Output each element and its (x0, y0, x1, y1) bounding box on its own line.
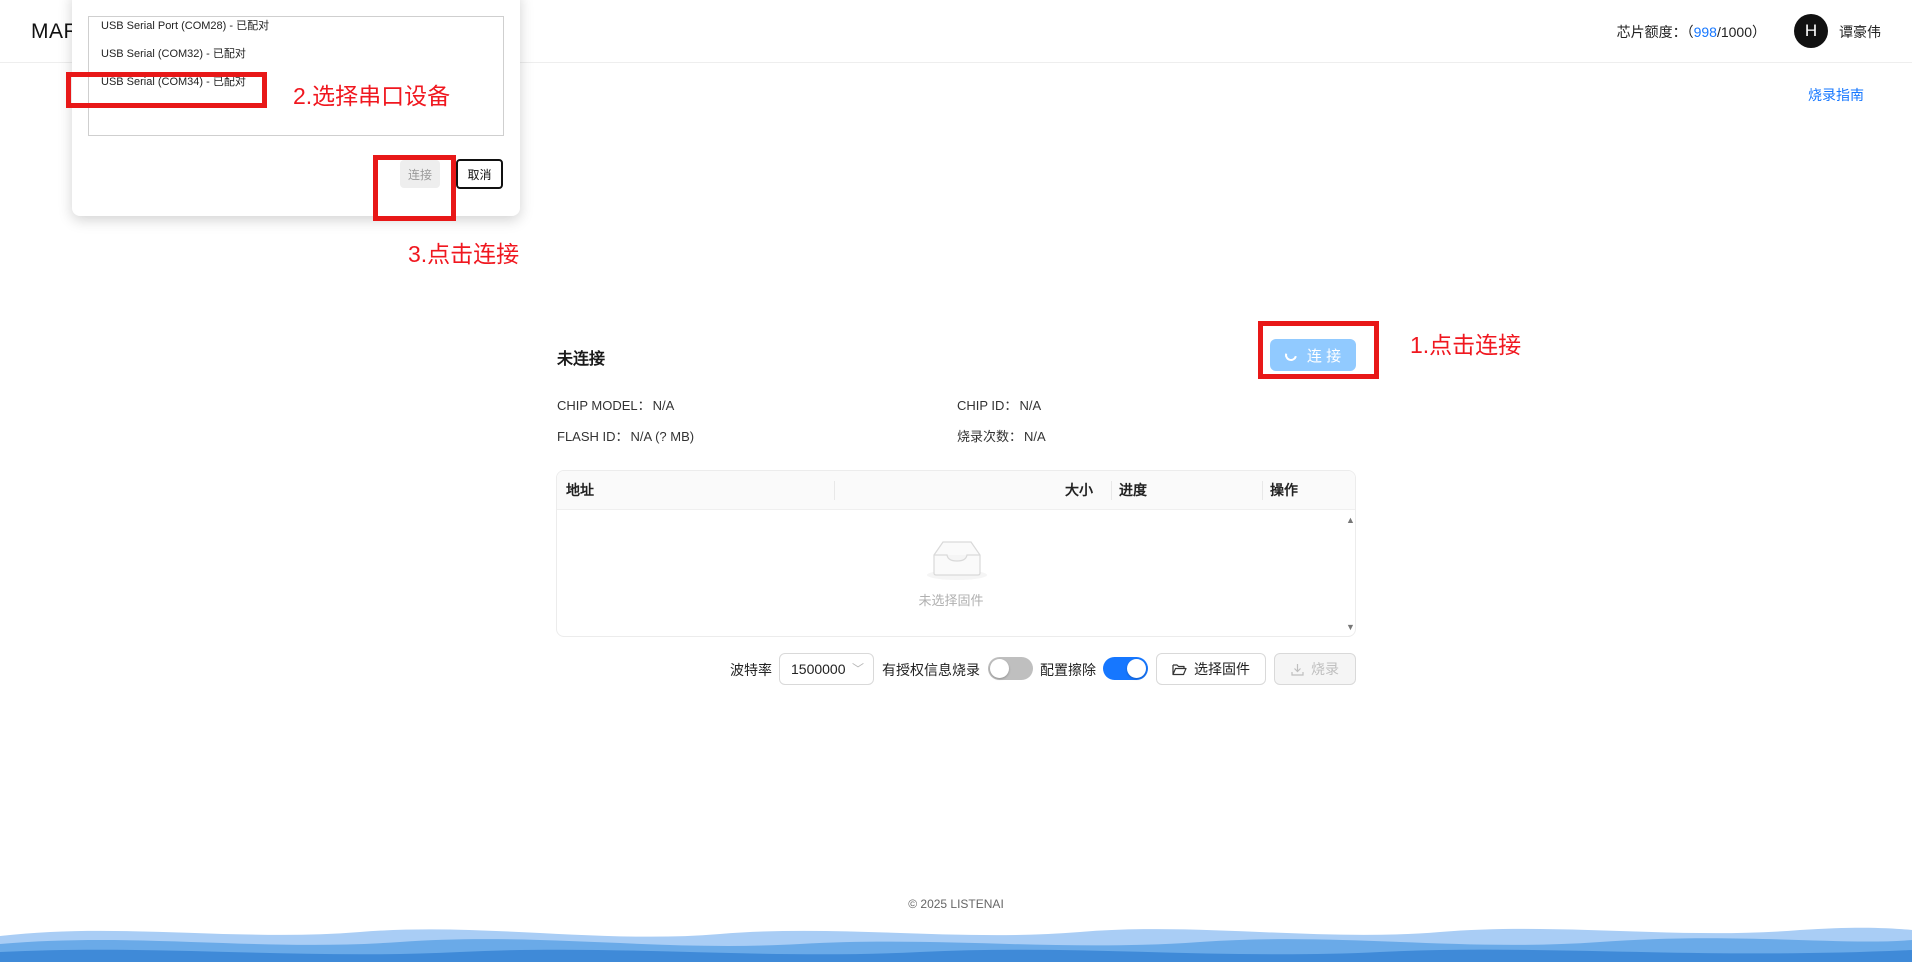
baud-rate-label: 波特率 (730, 662, 772, 678)
quota-label: 芯片额度：（ (1616, 24, 1694, 40)
folder-open-icon (1172, 663, 1187, 675)
serial-port-option[interactable]: USB Serial Port (COM28) - 已配对 (101, 17, 269, 33)
scroll-up-arrow-icon[interactable]: ▲ (1346, 515, 1355, 525)
chip-id-value: N/A (1019, 398, 1042, 413)
avatar[interactable]: H (1794, 14, 1828, 48)
select-firmware-label: 选择固件 (1194, 661, 1250, 677)
flash-id-label: FLASH ID： (557, 429, 629, 444)
auth-burn-toggle[interactable] (988, 657, 1033, 680)
empty-state-text: 未选择固件 (918, 593, 984, 608)
chevron-down-icon: ﹀ (851, 662, 864, 676)
chip-id-label: CHIP ID： (957, 398, 1018, 413)
chip-id-info: CHIP ID： N/A (957, 395, 1041, 414)
annotation-box-step1 (1258, 321, 1379, 379)
quota-total: /1000） (1716, 24, 1766, 40)
serial-port-option[interactable]: USB Serial (COM32) - 已配对 (101, 45, 246, 61)
username[interactable]: 谭豪伟 (1839, 22, 1881, 42)
flash-id-value: N/A (? MB) (630, 429, 695, 444)
download-icon (1291, 663, 1304, 676)
dialog-cancel-button[interactable]: 取消 (456, 159, 503, 189)
column-action: 操作 (1270, 482, 1298, 498)
burn-button-label: 烧录 (1311, 661, 1339, 677)
footer-copyright: © 2025 LISTENAI (908, 897, 1004, 911)
burn-count-info: 烧录次数： N/A (957, 426, 1046, 445)
annotation-step3: 3.点击连接 (408, 241, 520, 267)
select-firmware-button[interactable]: 选择固件 (1156, 653, 1266, 685)
burn-button[interactable]: 烧录 (1274, 653, 1356, 685)
annotation-step1: 1.点击连接 (1410, 332, 1522, 358)
burn-count-label: 烧录次数： (957, 429, 1023, 444)
footer-wave-decoration (0, 927, 1912, 962)
firmware-table: 地址 大小 进度 操作 未选择固件 ▲ ▼ (556, 470, 1356, 637)
column-divider (1111, 481, 1112, 500)
burn-guide-link[interactable]: 烧录指南 (1808, 85, 1864, 105)
chip-quota: 芯片额度：（998/1000） (1617, 22, 1766, 42)
column-address: 地址 (566, 482, 594, 498)
flash-id-info: FLASH ID： N/A (? MB) (557, 426, 694, 445)
chip-model-info: CHIP MODEL： N/A (557, 395, 674, 414)
chip-model-value: N/A (652, 398, 675, 413)
annotation-step2: 2.选择串口设备 (293, 83, 451, 109)
table-header: 地址 大小 进度 操作 (557, 471, 1355, 510)
connection-status: 未连接 (557, 351, 606, 368)
chip-model-label: CHIP MODEL： (557, 398, 651, 413)
burn-count-value: N/A (1024, 429, 1046, 444)
erase-config-toggle[interactable] (1103, 657, 1148, 680)
column-divider (1262, 481, 1263, 500)
auth-burn-label: 有授权信息烧录 (882, 662, 980, 678)
annotation-box-step3 (373, 155, 456, 221)
baud-rate-value: 1500000 (791, 661, 846, 677)
toggle-knob (990, 659, 1009, 678)
annotation-box-step2 (66, 72, 267, 108)
empty-inbox-icon (927, 541, 987, 580)
column-size: 大小 (1065, 482, 1093, 498)
column-progress: 进度 (1119, 482, 1147, 498)
baud-rate-select[interactable]: 1500000 ﹀ (779, 653, 874, 685)
scroll-down-arrow-icon[interactable]: ▼ (1346, 622, 1355, 632)
toggle-knob (1127, 659, 1146, 678)
quota-used: 998 (1693, 24, 1717, 40)
erase-config-label: 配置擦除 (1040, 662, 1096, 678)
